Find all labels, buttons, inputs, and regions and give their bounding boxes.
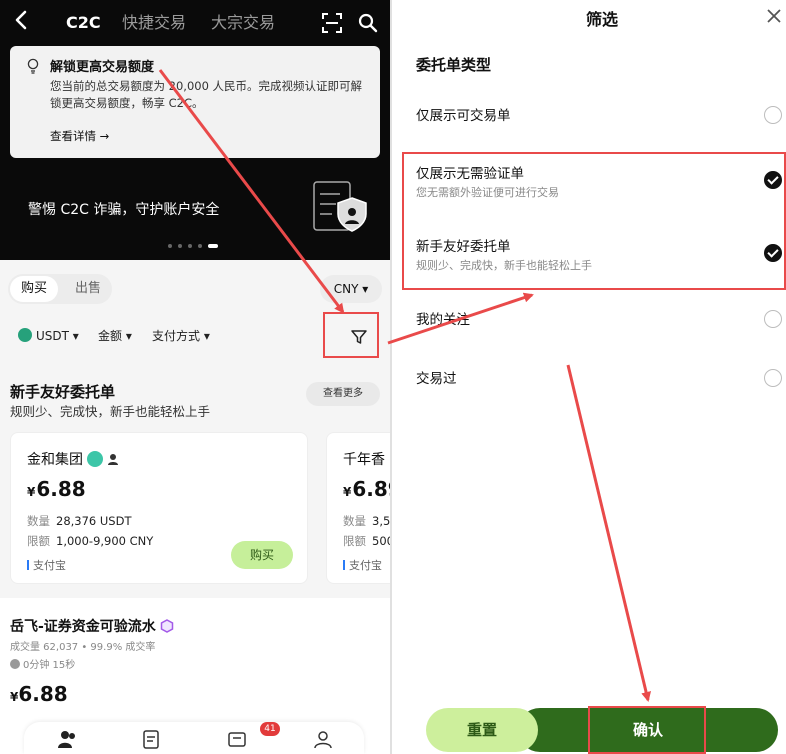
quantity-label: 数量 (343, 514, 366, 528)
hexagon-badge-icon (160, 619, 174, 633)
payment-method: 支付宝 (27, 557, 66, 573)
payment-method: 支付宝 (343, 557, 382, 573)
notice-body: 您当前的总交易额度为 20,000 人民币。完成视频认证即可解锁更高交易额度，畅… (50, 79, 363, 110)
clock-icon (10, 659, 20, 669)
search-icon[interactable] (358, 13, 378, 33)
reset-button[interactable]: 重置 (426, 708, 538, 752)
sheet-title: 筛选 (585, 10, 618, 29)
quantity-value: 28,376 USDT (56, 514, 132, 528)
carousel-dot-active (208, 244, 218, 248)
option-tradable-only[interactable]: 仅展示可交易单 (416, 104, 511, 124)
ad-price: ¥6.88 (10, 682, 68, 706)
radio-following[interactable] (764, 310, 782, 328)
profile-icon[interactable] (312, 728, 334, 750)
ad-merchant-name: 岳飞-证券资金可验流水 (10, 619, 156, 635)
quantity-line: 数量 28,376 USDT (27, 513, 132, 529)
merchant-icon (108, 454, 118, 465)
currency-selector[interactable]: CNY ▾ (320, 275, 382, 303)
fraud-warning-banner[interactable]: 警惕 C2C 诈骗，守护账户安全 (28, 199, 219, 219)
limit-value: 500 (372, 534, 390, 548)
notification-badge: 41 (260, 722, 280, 736)
tab-block-trade[interactable]: 大宗交易 (211, 12, 275, 34)
top-bar: C2C 快捷交易 大宗交易 (0, 0, 390, 46)
verified-badge-icon (87, 451, 103, 467)
carousel-dot (188, 244, 192, 248)
users-icon[interactable] (56, 728, 78, 750)
tab-c2c[interactable]: C2C (66, 12, 101, 34)
chevron-left-icon (15, 10, 27, 30)
carousel-dot (168, 244, 172, 248)
merchant-name: 金和集团 (27, 452, 83, 468)
merchant-name-row: 金和集团 (27, 449, 119, 469)
limit-line: 限额 1,000-9,900 CNY (27, 533, 153, 549)
hero-area: C2C 快捷交易 大宗交易 解锁更高交易额度 您当前的总交易额度为 20,000… (0, 0, 390, 260)
limit-label: 限额 (27, 534, 50, 548)
option-following[interactable]: 我的关注 (416, 308, 470, 328)
ad-time: 0分钟 15秒 (23, 660, 76, 671)
close-icon[interactable] (764, 6, 784, 26)
scan-icon[interactable] (322, 13, 342, 33)
limit-label: 限额 (343, 534, 366, 548)
orders-icon[interactable] (140, 728, 162, 750)
amount-filter[interactable]: 金额 ▾ (98, 327, 132, 345)
price-value: 6.88 (18, 682, 68, 706)
buy-button[interactable]: 购买 (231, 541, 293, 569)
offer-price: ¥6.88 (27, 477, 86, 501)
shield-document-illustration (313, 181, 367, 232)
limit-notice-card: 解锁更高交易额度 您当前的总交易额度为 20,000 人民币。完成视频认证即可解… (10, 46, 380, 158)
limit-value: 1,000-9,900 CNY (56, 534, 154, 548)
section-subtitle: 规则少、完成快，新手也能轻松上手 (10, 404, 211, 419)
section-title: 新手友好委托单 (10, 383, 116, 401)
annotation-box-filter (323, 312, 379, 358)
ad-title-row: 岳飞-证券资金可验流水 (10, 616, 174, 636)
ad-stats: 成交量 62,037 • 99.9% 成交率 (10, 642, 156, 653)
merchant-name: 千年香 (343, 452, 385, 468)
limit-line: 限额 500 (343, 533, 390, 549)
screenshot-root: C2C 快捷交易 大宗交易 解锁更高交易额度 您当前的总交易额度为 20,000… (0, 0, 786, 754)
quantity-label: 数量 (27, 514, 50, 528)
option-traded-before[interactable]: 交易过 (416, 367, 457, 387)
payment-label: 支付宝 (349, 559, 382, 572)
currency-symbol: ¥ (27, 485, 36, 499)
payment-label: 支付宝 (33, 559, 66, 572)
usdt-icon (18, 328, 32, 342)
payment-marker (343, 560, 345, 570)
offer-card[interactable]: 金和集团 ¥6.88 数量 28,376 USDT 限额 1,000-9,900 C… (10, 432, 308, 584)
view-details-link[interactable]: 查看详情 → (50, 128, 109, 144)
view-more-button[interactable]: 查看更多 (306, 382, 380, 406)
offer-card[interactable]: 千年香 ¥6.89 数量 3,5 限额 500 支付宝 (326, 432, 390, 584)
quantity-value: 3,5 (372, 514, 390, 528)
price-value: 6.88 (36, 477, 86, 501)
offer-price: ¥6.89 (343, 477, 390, 501)
filter-sheet: 筛选 委托单类型 仅展示可交易单 仅展示无需验证单 您无需额外验证便可进行交易 … (392, 0, 786, 754)
coin-filter-label: USDT ▾ (36, 329, 79, 343)
messages-icon[interactable] (226, 728, 248, 750)
price-value: 6.89 (352, 477, 390, 501)
c2c-market-panel: C2C 快捷交易 大宗交易 解锁更高交易额度 您当前的总交易额度为 20,000… (0, 0, 390, 754)
annotation-box-confirm (588, 706, 706, 754)
buy-sell-toggle: 购买 出售 (8, 274, 112, 304)
payment-filter[interactable]: 支付方式 ▾ (152, 327, 210, 345)
bottom-nav: 41 (24, 722, 364, 754)
radio-tradable-only[interactable] (764, 106, 782, 124)
coin-filter[interactable]: USDT ▾ (18, 327, 79, 345)
ad-time-row: 0分钟 15秒 (10, 656, 75, 671)
carousel-dot (198, 244, 202, 248)
currency-symbol: ¥ (343, 485, 352, 499)
quantity-line: 数量 3,5 (343, 513, 390, 529)
lightbulb-icon (27, 58, 39, 74)
back-button[interactable] (14, 10, 36, 36)
carousel-dot (178, 244, 182, 248)
radio-traded-before[interactable] (764, 369, 782, 387)
buy-tab[interactable]: 购买 (10, 276, 58, 302)
payment-marker (27, 560, 29, 570)
order-type-heading: 委托单类型 (416, 56, 492, 74)
tab-quick-trade[interactable]: 快捷交易 (122, 12, 186, 34)
notice-title: 解锁更高交易额度 (50, 60, 155, 75)
sell-tab[interactable]: 出售 (66, 276, 110, 302)
annotation-box-options (402, 152, 786, 290)
